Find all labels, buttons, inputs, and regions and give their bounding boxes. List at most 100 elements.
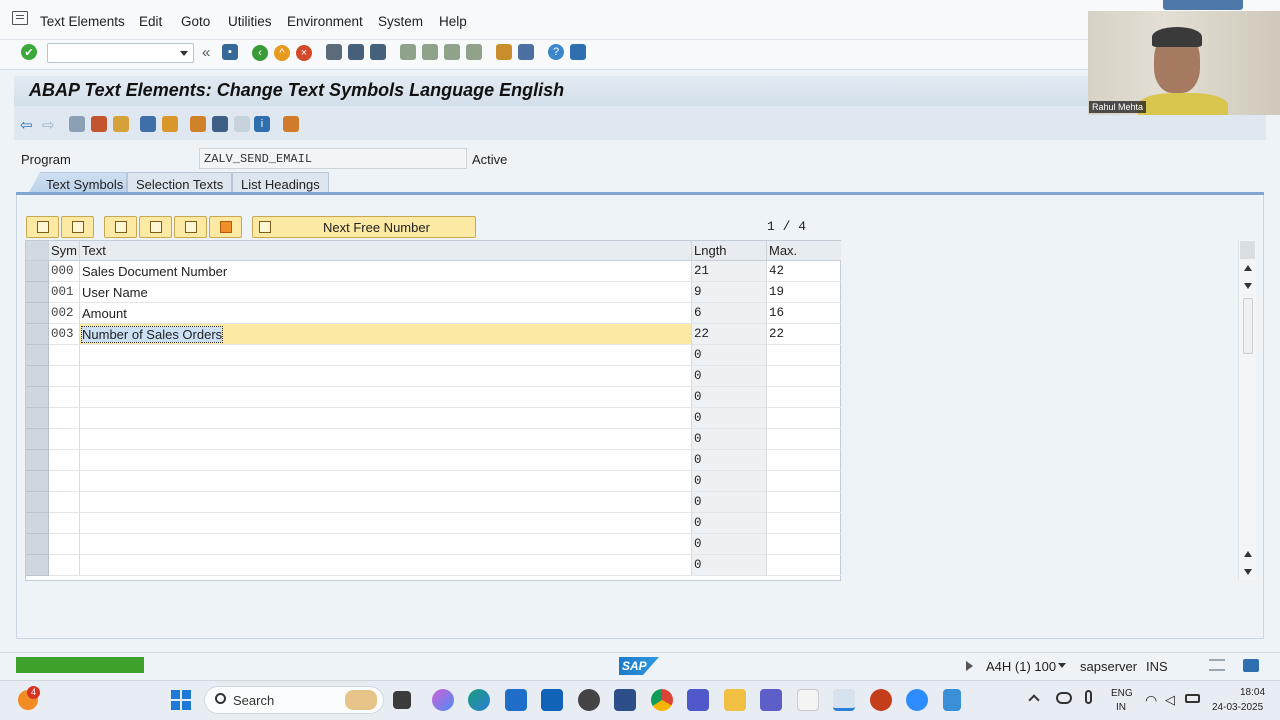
arrow-left-icon[interactable]: ⇦ <box>20 116 33 134</box>
notepad-icon[interactable] <box>943 689 961 711</box>
sap-logon-icon[interactable] <box>614 689 636 711</box>
edge-icon[interactable] <box>468 689 490 711</box>
row-selector[interactable] <box>26 387 49 408</box>
teams-icon[interactable] <box>687 689 709 711</box>
column-header-max[interactable]: Max. <box>767 241 841 261</box>
scroll-thumb[interactable] <box>1243 298 1253 354</box>
microphone-icon[interactable] <box>1085 690 1092 704</box>
max-cell[interactable] <box>767 492 841 513</box>
max-cell[interactable] <box>767 471 841 492</box>
zoom-icon[interactable] <box>906 689 928 711</box>
find-next-icon[interactable] <box>370 44 386 60</box>
language-top[interactable]: ENG <box>1111 688 1133 699</box>
activate-icon[interactable] <box>113 116 129 132</box>
menu-text-elements[interactable]: Text Elements <box>40 14 125 29</box>
tab-text-symbols[interactable]: Text Symbols <box>28 172 127 194</box>
insert-mode[interactable]: INS <box>1146 659 1168 674</box>
select-all-header[interactable] <box>26 241 49 261</box>
row-selector[interactable] <box>26 471 49 492</box>
menu-icon[interactable] <box>12 11 28 25</box>
menu-edit[interactable]: Edit <box>139 14 162 29</box>
enter-check-icon[interactable]: ✔ <box>21 44 37 60</box>
text-cell[interactable] <box>80 555 692 576</box>
task-view-icon[interactable] <box>393 691 411 709</box>
delete-row-button[interactable] <box>139 216 172 238</box>
max-cell[interactable]: 16 <box>767 303 841 324</box>
dell-icon[interactable] <box>578 689 600 711</box>
table-icon[interactable] <box>234 116 250 132</box>
text-cell[interactable] <box>80 492 692 513</box>
help-icon[interactable]: ? <box>548 44 564 60</box>
last-page-icon[interactable] <box>466 44 482 60</box>
row-selector[interactable] <box>26 366 49 387</box>
sap-gui-icon[interactable] <box>797 689 819 711</box>
system-dropdown-icon[interactable] <box>1058 663 1066 668</box>
row-selector[interactable] <box>26 429 49 450</box>
column-header-text[interactable]: Text <box>80 241 692 261</box>
layout-settings-icon[interactable] <box>570 44 586 60</box>
max-cell[interactable] <box>767 513 841 534</box>
row-selector[interactable] <box>26 555 49 576</box>
text-cell[interactable]: Sales Document Number <box>80 261 692 282</box>
copilot-icon[interactable] <box>432 689 454 711</box>
file-explorer-icon[interactable] <box>724 689 746 711</box>
max-cell[interactable] <box>767 408 841 429</box>
teams-work-icon[interactable] <box>760 689 782 711</box>
clock-time[interactable]: 18:04 <box>1240 687 1265 698</box>
row-selector[interactable] <box>26 450 49 471</box>
insert-row-button[interactable] <box>104 216 137 238</box>
row-selector[interactable] <box>26 261 49 282</box>
menu-system[interactable]: System <box>378 14 423 29</box>
max-cell[interactable]: 22 <box>767 324 841 345</box>
text-cell[interactable] <box>80 513 692 534</box>
where-used-icon[interactable] <box>162 116 178 132</box>
vertical-scrollbar[interactable] <box>1238 240 1256 580</box>
max-cell[interactable] <box>767 345 841 366</box>
windows-start-icon[interactable] <box>171 690 191 710</box>
page-down-icon[interactable] <box>1244 569 1252 575</box>
text-cell[interactable] <box>80 366 692 387</box>
fast-forward-button[interactable] <box>209 216 242 238</box>
row-selector[interactable] <box>26 513 49 534</box>
max-cell[interactable] <box>767 450 841 471</box>
back-icon[interactable]: ‹ <box>252 45 268 61</box>
text-cell[interactable]: Amount <box>80 303 692 324</box>
column-header-lngth[interactable]: Lngth <box>692 241 767 261</box>
next-page-icon[interactable] <box>444 44 460 60</box>
previous-page-icon[interactable] <box>422 44 438 60</box>
next-free-number-button[interactable]: Next Free Number <box>252 216 476 238</box>
arrow-right-icon[interactable]: ⇨ <box>42 116 55 134</box>
first-page-icon[interactable] <box>400 44 416 60</box>
layout-icon[interactable] <box>1209 659 1225 671</box>
row-selector[interactable] <box>26 324 49 345</box>
chrome-icon[interactable] <box>651 689 673 711</box>
powerpoint-icon[interactable] <box>870 689 892 711</box>
max-cell[interactable]: 19 <box>767 282 841 303</box>
volume-icon[interactable]: ◁ <box>1165 692 1175 708</box>
align-icon[interactable] <box>212 116 228 132</box>
collapse-icon[interactable]: « <box>202 44 210 61</box>
page-up-icon[interactable] <box>1244 551 1252 557</box>
row-selector[interactable] <box>26 282 49 303</box>
edit-pencil-icon[interactable] <box>140 116 156 132</box>
menu-utilities[interactable]: Utilities <box>228 14 272 29</box>
taskbar-search[interactable]: Search <box>204 686 384 714</box>
menu-environment[interactable]: Environment <box>287 14 363 29</box>
save-icon[interactable]: ▪ <box>222 44 238 60</box>
hierarchy-icon[interactable] <box>190 116 206 132</box>
wifi-icon[interactable]: ◠ <box>1145 692 1157 709</box>
text-cell[interactable] <box>80 534 692 555</box>
text-cell[interactable] <box>80 450 692 471</box>
text-cell[interactable] <box>80 408 692 429</box>
exit-icon[interactable]: ^ <box>274 45 290 61</box>
max-cell[interactable] <box>767 387 841 408</box>
lock-icon[interactable] <box>1243 659 1259 672</box>
text-cell[interactable] <box>80 387 692 408</box>
scroll-down-icon[interactable] <box>1244 283 1252 289</box>
find-icon[interactable] <box>348 44 364 60</box>
text-cell[interactable]: Number of Sales Orders <box>80 324 692 345</box>
max-cell[interactable] <box>767 555 841 576</box>
language-bottom[interactable]: IN <box>1116 702 1126 713</box>
sort-icon[interactable] <box>283 116 299 132</box>
play-icon[interactable] <box>966 661 973 671</box>
